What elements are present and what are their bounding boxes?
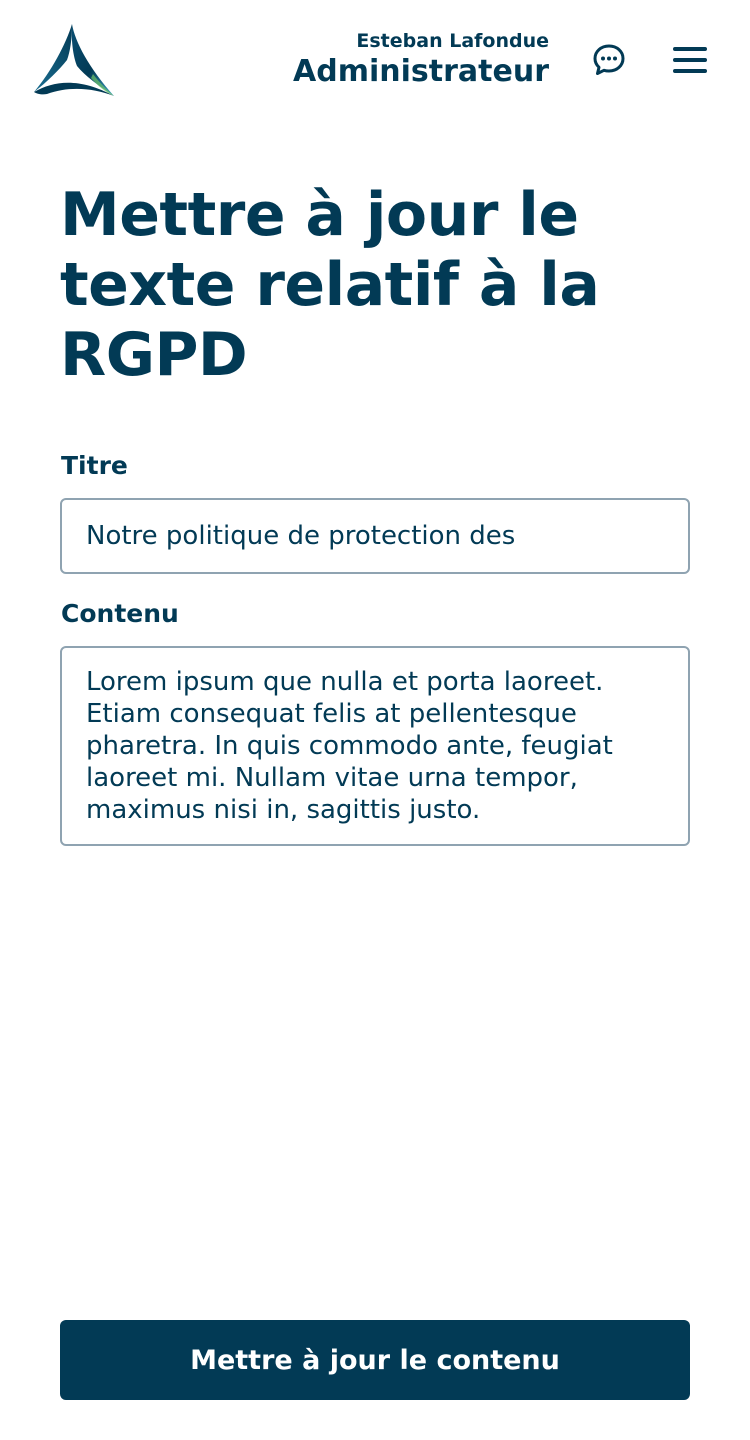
app-header: Esteban Lafondue Administrateur xyxy=(0,0,750,120)
titre-label: Titre xyxy=(61,451,128,480)
page-title: Mettre à jour le texte relatif à la RGPD xyxy=(60,180,600,390)
user-info: Esteban Lafondue Administrateur xyxy=(293,28,549,90)
menu-button[interactable] xyxy=(668,38,712,82)
titre-input[interactable]: Notre politique de protection des xyxy=(60,498,690,574)
contenu-textarea[interactable]: Lorem ipsum que nulla et porta laoreet. … xyxy=(60,646,690,846)
update-content-button[interactable]: Mettre à jour le contenu xyxy=(60,1320,690,1400)
triangle-logo-icon[interactable] xyxy=(33,22,115,98)
messages-button[interactable] xyxy=(587,38,631,82)
user-role: Administrateur xyxy=(293,54,549,89)
update-content-button-label: Mettre à jour le contenu xyxy=(190,1344,560,1376)
user-name: Esteban Lafondue xyxy=(356,30,549,52)
hamburger-menu-icon xyxy=(673,47,707,73)
chat-bubble-icon xyxy=(593,44,625,75)
contenu-label: Contenu xyxy=(61,599,179,628)
